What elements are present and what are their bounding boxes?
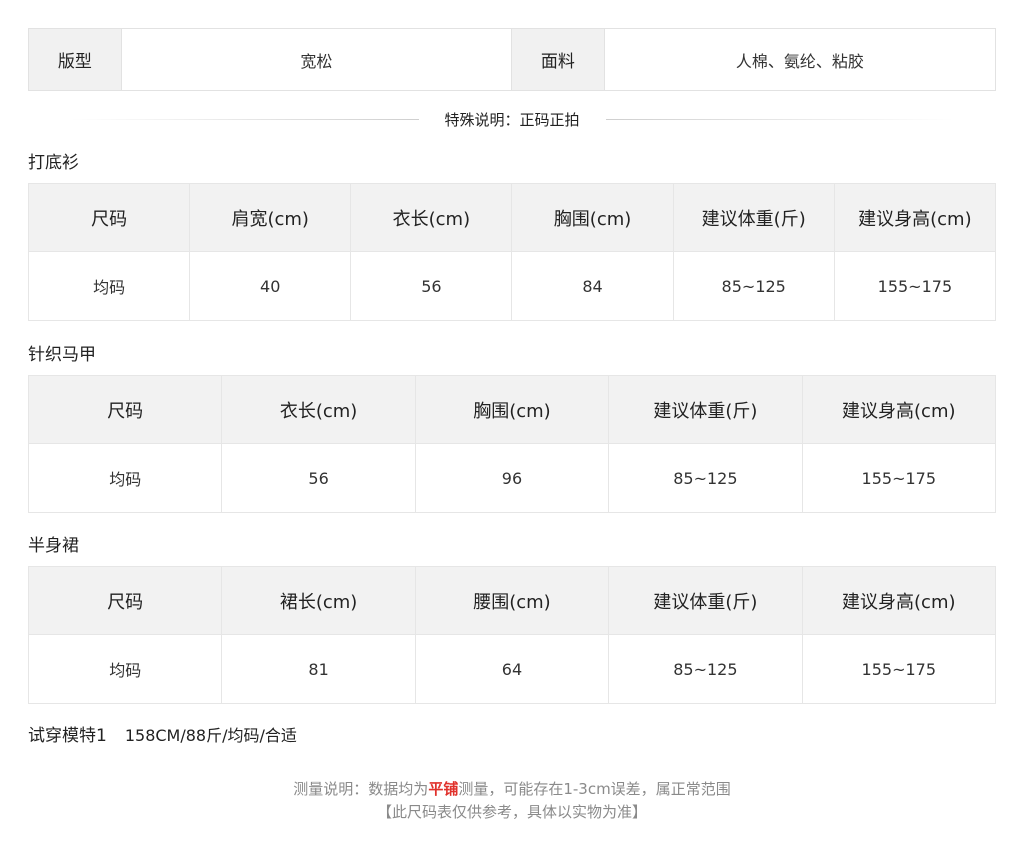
table-cell: 85~125 bbox=[608, 443, 803, 513]
fabric-label: 面料 bbox=[512, 29, 604, 90]
fit-label: 版型 bbox=[29, 29, 121, 90]
table-row: 均码 56 96 85~125 155~175 bbox=[27, 443, 997, 513]
table-cell: 85~125 bbox=[672, 251, 835, 321]
table-row: 均码 81 64 85~125 155~175 bbox=[27, 634, 997, 704]
section-title-knit-vest: 针织马甲 bbox=[28, 345, 96, 365]
measurement-note: 测量说明：数据均为平铺测量，可能存在1-3cm误差，属正常范围 bbox=[0, 778, 1024, 799]
divider-right bbox=[605, 118, 955, 120]
table-header-row: 尺码 裙长(cm) 腰围(cm) 建议体重(斤) 建议身高(cm) bbox=[27, 566, 997, 635]
table-header-cell: 建议身高(cm) bbox=[833, 183, 997, 252]
table-cell: 155~175 bbox=[833, 251, 997, 321]
table-cell: 81 bbox=[221, 634, 416, 704]
section-title-skirt: 半身裙 bbox=[28, 536, 79, 556]
table-cell: 40 bbox=[189, 251, 352, 321]
table-header-cell: 胸围(cm) bbox=[511, 183, 674, 252]
table-header-row: 尺码 肩宽(cm) 衣长(cm) 胸围(cm) 建议体重(斤) 建议身高(cm) bbox=[27, 183, 997, 252]
table-header-cell: 建议体重(斤) bbox=[608, 375, 803, 444]
measurement-note-prefix: 测量说明：数据均为 bbox=[293, 780, 429, 798]
reference-disclaimer: 【此尺码表仅供参考，具体以实物为准】 bbox=[376, 803, 647, 821]
model-label: 试穿模特1 bbox=[28, 726, 107, 746]
table-row: 均码 40 56 84 85~125 155~175 bbox=[27, 251, 997, 321]
measurement-note-suffix: 测量，可能存在1-3cm误差，属正常范围 bbox=[458, 780, 731, 798]
table-header-cell: 衣长(cm) bbox=[221, 375, 416, 444]
divider-left bbox=[70, 118, 419, 120]
size-table-knit-vest: 尺码 衣长(cm) 胸围(cm) 建议体重(斤) 建议身高(cm) 均码 56 … bbox=[27, 375, 997, 513]
table-cell: 84 bbox=[511, 251, 674, 321]
size-table-base-shirt: 尺码 肩宽(cm) 衣长(cm) 胸围(cm) 建议体重(斤) 建议身高(cm)… bbox=[27, 183, 997, 321]
table-cell: 64 bbox=[414, 634, 610, 704]
product-properties: 版型 宽松 面料 人棉、氨纶、粘胶 bbox=[28, 28, 996, 91]
table-header-cell: 肩宽(cm) bbox=[189, 183, 352, 252]
section-title-base-shirt: 打底衫 bbox=[28, 153, 79, 173]
table-header-cell: 胸围(cm) bbox=[414, 375, 610, 444]
table-cell: 均码 bbox=[27, 443, 223, 513]
special-note-text: 特殊说明：正码正拍 bbox=[444, 110, 580, 129]
table-cell: 56 bbox=[350, 251, 513, 321]
table-header-row: 尺码 衣长(cm) 胸围(cm) 建议体重(斤) 建议身高(cm) bbox=[27, 375, 997, 444]
table-header-cell: 尺码 bbox=[27, 183, 191, 252]
table-header-cell: 腰围(cm) bbox=[414, 566, 610, 635]
table-header-cell: 尺码 bbox=[27, 566, 223, 635]
table-header-cell: 建议体重(斤) bbox=[672, 183, 835, 252]
table-header-cell: 建议身高(cm) bbox=[801, 566, 997, 635]
table-header-cell: 尺码 bbox=[27, 375, 223, 444]
table-cell: 155~175 bbox=[801, 634, 997, 704]
size-table-skirt: 尺码 裙长(cm) 腰围(cm) 建议体重(斤) 建议身高(cm) 均码 81 … bbox=[27, 566, 997, 704]
table-header-cell: 建议体重(斤) bbox=[608, 566, 803, 635]
table-cell: 均码 bbox=[27, 251, 191, 321]
model-info: 试穿模特1 158CM/88斤/均码/合适 bbox=[28, 721, 297, 746]
table-cell: 均码 bbox=[27, 634, 223, 704]
model-value: 158CM/88斤/均码/合适 bbox=[124, 726, 297, 745]
table-header-cell: 衣长(cm) bbox=[350, 183, 513, 252]
measurement-note-emphasis: 平铺 bbox=[428, 780, 459, 798]
fit-value: 宽松 bbox=[120, 29, 512, 90]
table-header-cell: 裙长(cm) bbox=[221, 566, 416, 635]
fabric-value: 人棉、氨纶、粘胶 bbox=[603, 29, 995, 90]
special-note: 特殊说明：正码正拍 bbox=[70, 107, 955, 131]
table-cell: 56 bbox=[221, 443, 416, 513]
table-cell: 96 bbox=[414, 443, 610, 513]
table-cell: 155~175 bbox=[801, 443, 997, 513]
table-header-cell: 建议身高(cm) bbox=[801, 375, 997, 444]
table-cell: 85~125 bbox=[608, 634, 803, 704]
